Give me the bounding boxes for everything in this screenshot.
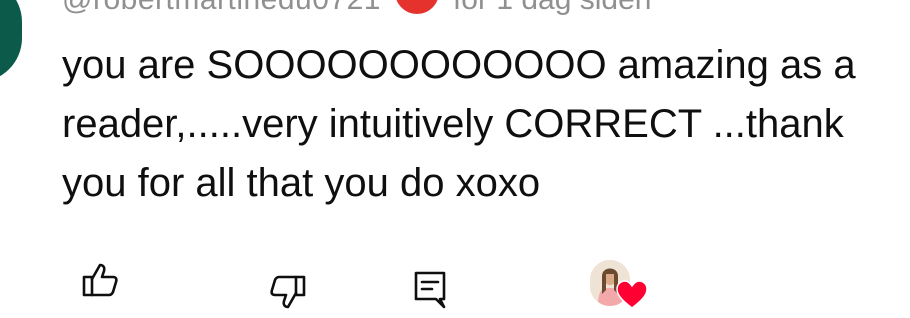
heart-icon — [616, 280, 648, 309]
comment-header: @robertmartinedu0721 for 1 dag siden — [62, 0, 651, 17]
author-avatar[interactable] — [0, 0, 22, 82]
comment-icon — [414, 271, 446, 309]
thumbs-up-icon — [82, 263, 118, 297]
like-button[interactable] — [78, 258, 122, 302]
thumbs-down-icon — [270, 275, 306, 309]
creator-heart-badge — [586, 258, 650, 316]
comment-timestamp[interactable]: for 1 dag siden — [453, 0, 651, 17]
reply-button[interactable] — [408, 268, 452, 312]
member-badge-icon — [394, 0, 439, 14]
comment-text: you are SOOOOOOOOOOOO amazing as a reade… — [62, 43, 856, 205]
comment-actions — [0, 258, 910, 318]
dislike-button[interactable] — [266, 270, 310, 314]
author-handle[interactable]: @robertmartinedu0721 — [62, 0, 381, 17]
